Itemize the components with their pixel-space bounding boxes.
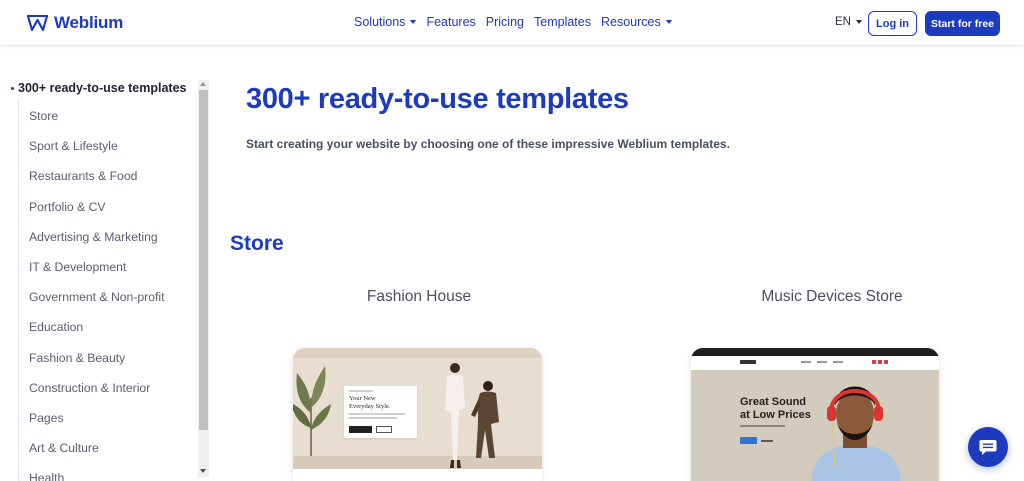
models-image: [445, 363, 499, 468]
top-header: Weblium Solutions Features Pricing Template…: [0, 0, 1024, 46]
preview-text-line: [349, 390, 373, 392]
sidebar-item-advertising-marketing[interactable]: Advertising & Marketing: [29, 230, 164, 260]
sidebar-item-government-non-profit[interactable]: Government & Non-profit: [29, 290, 164, 320]
active-dot-icon: [11, 86, 14, 90]
page-title: 300+ ready-to-use templates: [246, 83, 629, 115]
preview-secondary-button: [376, 426, 392, 433]
preview-text-line: [349, 417, 397, 419]
scroll-down-icon[interactable]: [200, 469, 206, 473]
sidebar-item-health[interactable]: Health: [29, 471, 164, 481]
preview-shop-button: [349, 426, 372, 433]
sidebar-item-portfolio-cv[interactable]: Portfolio & CV: [29, 200, 164, 230]
preview-heading-line-1: Your New: [349, 395, 376, 402]
chevron-down-icon: [855, 20, 862, 24]
nav-item-features[interactable]: Features: [426, 15, 475, 29]
sidebar-heading-label: 300+ ready-to-use templates: [18, 81, 187, 95]
sidebar-item-education[interactable]: Education: [29, 320, 164, 350]
logo[interactable]: Weblium: [27, 13, 123, 33]
sidebar-item-pages[interactable]: Pages: [29, 411, 164, 441]
nav-item-label: Templates: [534, 15, 591, 29]
chat-widget-button[interactable]: [968, 427, 1008, 467]
template-title-fashion-house[interactable]: Fashion House: [304, 288, 534, 306]
sidebar-item-store[interactable]: Store: [29, 109, 164, 139]
sidebar-item-fashion-beauty[interactable]: Fashion & Beauty: [29, 351, 164, 381]
preview-navbar-graphics: [740, 360, 888, 364]
weblium-logo-icon: [27, 14, 48, 32]
chevron-down-icon: [410, 20, 417, 24]
nav-item-label: Features: [426, 15, 476, 29]
nav-item-pricing[interactable]: Pricing: [486, 15, 524, 29]
plant-image: [293, 366, 331, 458]
template-preview-fashion-house[interactable]: Your New Everyday Style.: [293, 348, 542, 481]
login-button[interactable]: Log in: [868, 11, 917, 36]
nav-item-label: Pricing: [485, 15, 524, 29]
man-with-headphones-image: [811, 386, 901, 481]
sidebar-item-sport-lifestyle[interactable]: Sport & Lifestyle: [29, 139, 164, 169]
sidebar-scrollbar[interactable]: [198, 80, 209, 477]
preview-heading: Your New Everyday Style.: [349, 395, 391, 410]
chevron-down-icon: [665, 20, 672, 24]
template-title-music-devices-store[interactable]: Music Devices Store: [722, 288, 942, 306]
preview-text-line: [740, 425, 785, 427]
scrollbar-thumb[interactable]: [199, 90, 208, 430]
chat-icon: [979, 440, 997, 455]
main-nav: Solutions Features Pricing Templates Resourc…: [354, 15, 672, 29]
preview-topbar: [691, 348, 939, 356]
nav-item-solutions[interactable]: Solutions: [354, 15, 417, 29]
sidebar-item-restaurants-food[interactable]: Restaurants & Food: [29, 169, 164, 199]
preview-heading-line-2: Everyday Style.: [349, 402, 391, 410]
start-for-free-button[interactable]: Start for free: [925, 11, 1000, 36]
preview-bottom-strip: [293, 469, 542, 481]
sidebar-divider: [18, 100, 19, 481]
scroll-up-icon[interactable]: [200, 82, 206, 86]
preview-text-line: [349, 413, 405, 415]
sidebar-heading[interactable]: 300+ ready-to-use templates: [11, 81, 186, 95]
sidebar-item-art-culture[interactable]: Art & Culture: [29, 441, 164, 471]
nav-item-resources[interactable]: Resources: [601, 15, 672, 29]
nav-item-label: Solutions: [354, 15, 406, 29]
nav-item-templates[interactable]: Templates: [534, 15, 591, 29]
preview-secondary-link: [761, 440, 773, 442]
nav-item-label: Resources: [600, 15, 661, 29]
template-preview-music-devices-store[interactable]: Great Sound at Low Prices: [691, 348, 939, 481]
sidebar-list: Store Sport & Lifestyle Restaurants & Food…: [29, 109, 164, 481]
logo-text: Weblium: [54, 13, 124, 32]
sidebar-item-construction-interior[interactable]: Construction & Interior: [29, 381, 164, 411]
preview-topbar: [293, 348, 542, 358]
language-label: EN: [835, 16, 851, 28]
language-selector[interactable]: EN: [835, 16, 862, 28]
preview-hero-box: Your New Everyday Style.: [344, 386, 417, 438]
category-sidebar: 300+ ready-to-use templates Store Sport &…: [0, 78, 210, 481]
preview-navbar: [691, 356, 939, 370]
sidebar-item-it-development[interactable]: IT & Development: [29, 260, 164, 290]
page-subtitle: Start creating your website by choosing …: [246, 137, 730, 151]
preview-buy-button: [740, 437, 757, 444]
section-title-store: Store: [230, 232, 284, 255]
